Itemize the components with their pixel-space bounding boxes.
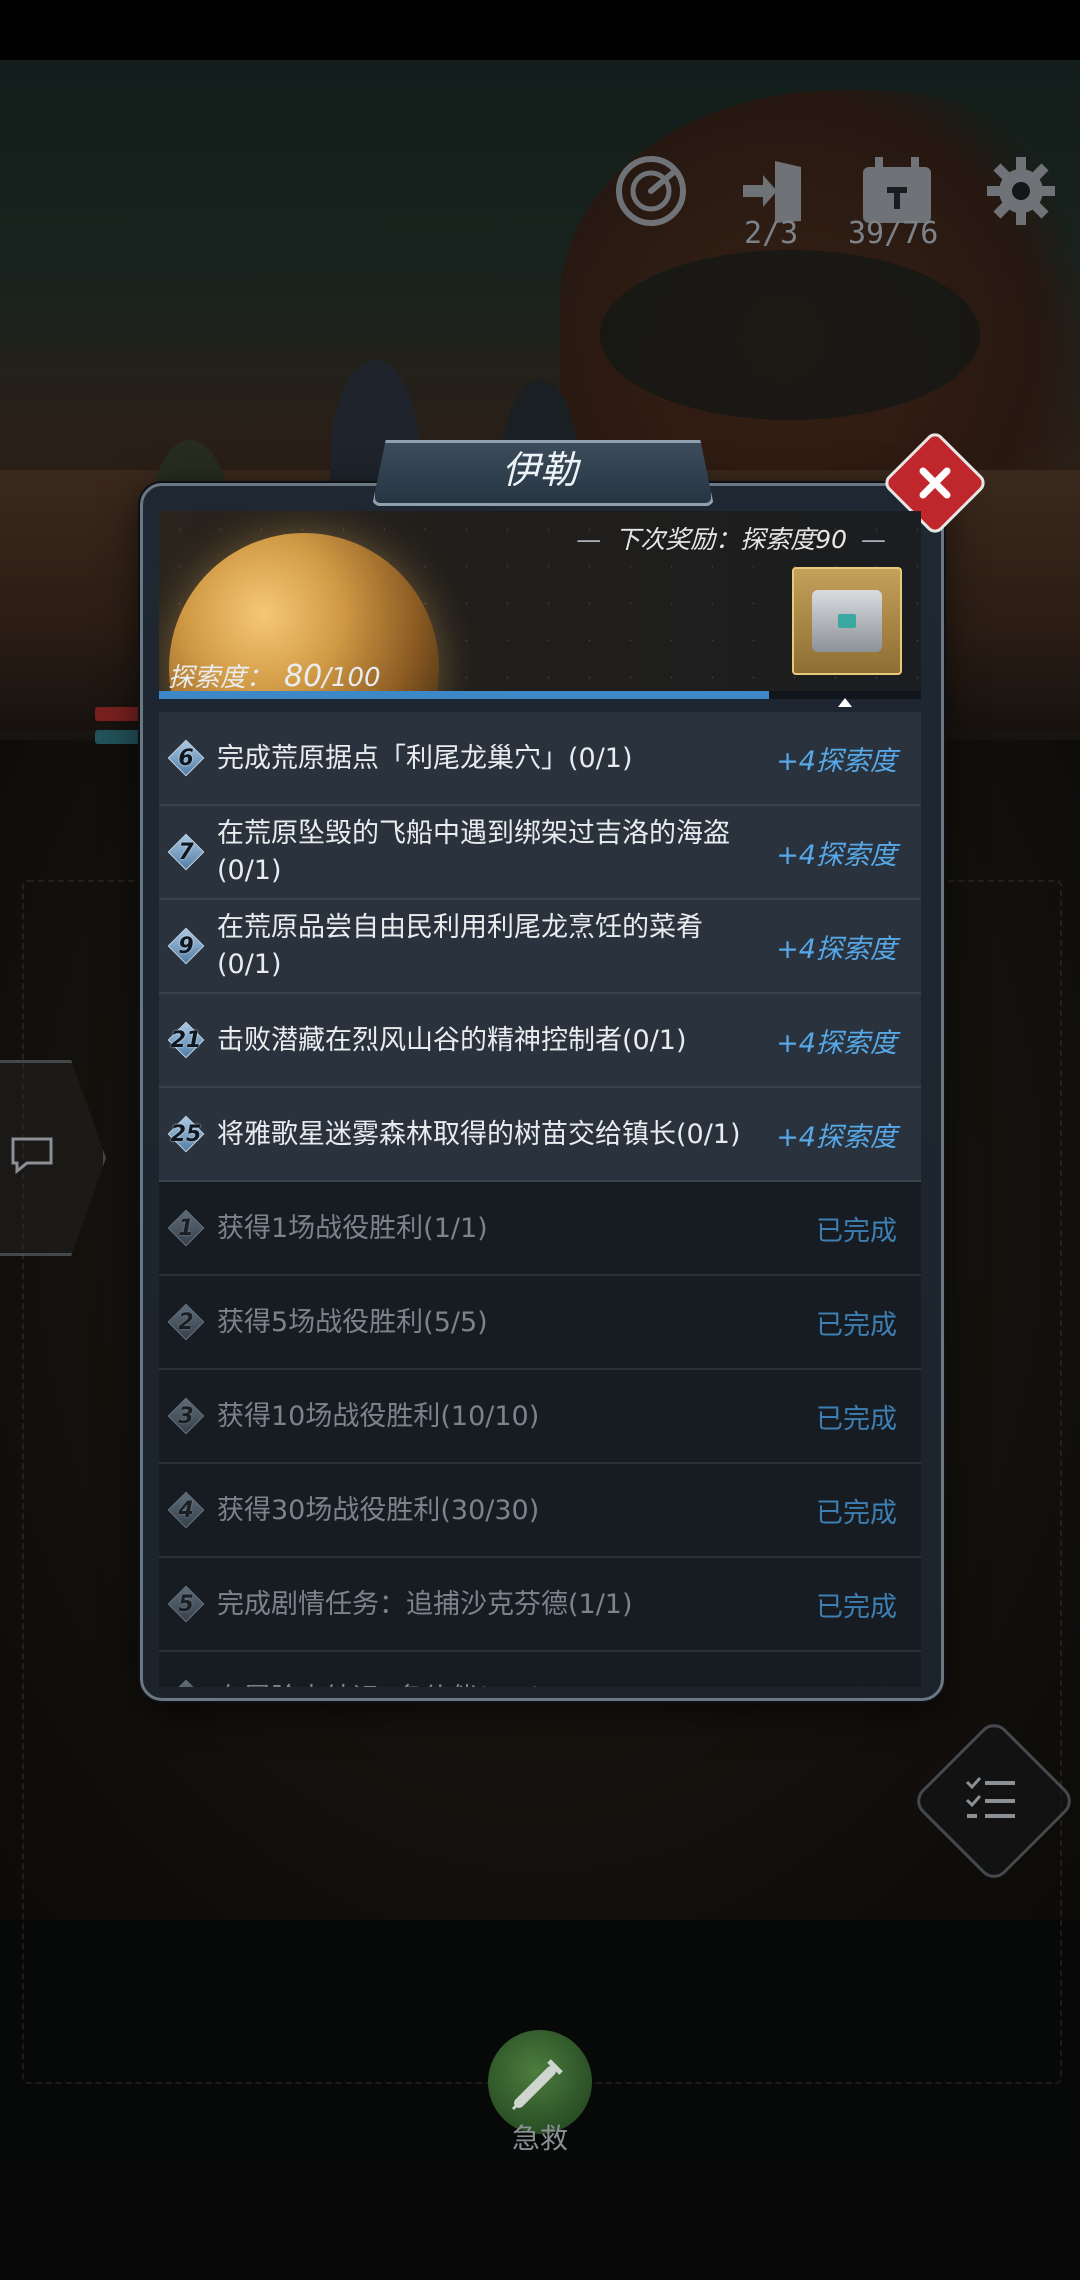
next-reward-marker [838, 698, 852, 707]
task-number: 8 [178, 1686, 193, 1688]
task-number-badge: 25 [167, 1115, 205, 1153]
settings-button[interactable] [978, 148, 1064, 234]
task-number: 3 [178, 1403, 194, 1429]
task-description: 完成荒原据点「利尾龙巢穴」(0/1) [217, 742, 633, 774]
task-reward: +4探索度 [776, 1121, 897, 1153]
task-reward: +4探索度 [776, 933, 897, 965]
task-row[interactable]: 9 在荒原品尝自由民利用利尾龙烹饪的菜肴(0/1) +4探索度 [159, 900, 921, 994]
checklist-icon [965, 1777, 1015, 1818]
task-description: 获得10场战役胜利(10/10) [217, 1400, 540, 1432]
task-number: 1 [178, 1215, 194, 1241]
task-reward: +4探索度 [776, 839, 897, 871]
task-number-badge: 21 [167, 1021, 205, 1059]
task-description: 在荒原品尝自由民利用利尾龙烹饪的菜肴(0/1) [217, 912, 703, 980]
task-number-badge: 4 [167, 1491, 205, 1529]
dash-left: — [576, 525, 602, 554]
exploration-progress-fill [159, 691, 769, 699]
progress-value: 80 [284, 659, 323, 694]
progress-max: /100 [322, 663, 381, 693]
task-number-badge: 9 [167, 927, 205, 965]
task-row[interactable]: 8 在冒险中结识1名伙伴(1/1) 已完成 [159, 1652, 921, 1687]
first-aid-label: 急救 [511, 2122, 568, 2155]
task-completed-label: 已完成 [816, 1309, 897, 1341]
task-number: 7 [178, 839, 194, 865]
task-description: 将雅歌星迷雾森林取得的树苗交给镇长(0/1) [217, 1118, 741, 1150]
radar-icon [616, 156, 686, 226]
dialog-title: 伊勒 [501, 448, 578, 492]
task-number-badge: 8 [167, 1679, 205, 1688]
task-number: 9 [178, 933, 194, 959]
task-description: 获得1场战役胜利(1/1) [217, 1212, 488, 1244]
task-completed-label: 已完成 [816, 1679, 897, 1688]
syringe-icon [511, 2059, 563, 2111]
task-number: 6 [178, 745, 194, 771]
progress-label: 探索度： [168, 663, 273, 693]
task-description: 获得30场战役胜利(30/30) [217, 1494, 540, 1526]
task-row[interactable]: 4 获得30场战役胜利(30/30) 已完成 [159, 1464, 921, 1558]
task-row[interactable]: 25 将雅歌星迷雾森林取得的树苗交给镇长(0/1) +4探索度 [159, 1088, 921, 1182]
task-number-badge: 5 [167, 1585, 205, 1623]
task-description: 击败潜藏在烈风山谷的精神控制者(0/1) [217, 1024, 687, 1056]
task-reward: +4探索度 [776, 745, 897, 777]
task-description: 在冒险中结识1名伙伴(1/1) [217, 1680, 747, 1688]
task-number-badge: 2 [167, 1303, 205, 1341]
chat-icon [11, 1137, 53, 1175]
exploration-progress-bar [159, 691, 921, 699]
task-number: 4 [178, 1497, 194, 1523]
task-row[interactable]: 5 完成剧情任务：追捕沙克芬德(1/1) 已完成 [159, 1558, 921, 1652]
task-number: 21 [170, 1027, 202, 1053]
task-list[interactable]: 6 完成荒原据点「利尾龙巢穴」(0/1) +4探索度 7 在荒原坠毁的飞船中遇到绑架过吉… [159, 712, 921, 1687]
task-number-badge: 6 [167, 739, 205, 777]
task-row[interactable]: 6 完成荒原据点「利尾龙巢穴」(0/1) +4探索度 [159, 712, 921, 806]
task-completed-label: 已完成 [816, 1215, 897, 1247]
task-row[interactable]: 1 获得1场战役胜利(1/1) 已完成 [159, 1182, 921, 1276]
reward-chest[interactable] [792, 567, 902, 675]
radar-button[interactable] [608, 148, 694, 234]
exploration-progress-text: 探索度： 80/100 [168, 657, 381, 694]
task-completed-label: 已完成 [816, 1497, 897, 1529]
chest-icon [812, 590, 882, 652]
exit-count: 2/3 [744, 216, 799, 251]
task-description: 在荒原坠毁的飞船中遇到绑架过吉洛的海盗(0/1) [217, 818, 730, 886]
task-number-badge: 7 [167, 833, 205, 871]
task-description: 获得5场战役胜利(5/5) [217, 1306, 488, 1338]
task-row[interactable]: 7 在荒原坠毁的飞船中遇到绑架过吉洛的海盗(0/1) +4探索度 [159, 806, 921, 900]
gear-icon [987, 157, 1055, 225]
next-reward-caption: — 下次奖励：探索度90 — [560, 520, 900, 556]
task-number-badge: 3 [167, 1397, 205, 1435]
task-description: 完成剧情任务：追捕沙克芬德(1/1) [217, 1588, 633, 1620]
task-row[interactable]: 3 获得10场战役胜利(10/10) 已完成 [159, 1370, 921, 1464]
task-reward: +4探索度 [776, 1027, 897, 1059]
task-number-badge: 1 [167, 1209, 205, 1247]
task-completed-label: 已完成 [816, 1591, 897, 1623]
next-reward-text: 下次奖励：探索度90 [615, 525, 847, 554]
task-completed-label: 已完成 [816, 1403, 897, 1435]
task-number: 5 [178, 1591, 194, 1617]
task-number: 2 [178, 1309, 194, 1335]
task-row[interactable]: 21 击败潜藏在烈风山谷的精神控制者(0/1) +4探索度 [159, 994, 921, 1088]
task-row[interactable]: 2 获得5场战役胜利(5/5) 已完成 [159, 1276, 921, 1370]
task-number: 25 [170, 1121, 202, 1147]
dash-right: — [861, 525, 886, 554]
calendar-count: 39/76 [848, 216, 939, 251]
close-icon [919, 467, 951, 499]
